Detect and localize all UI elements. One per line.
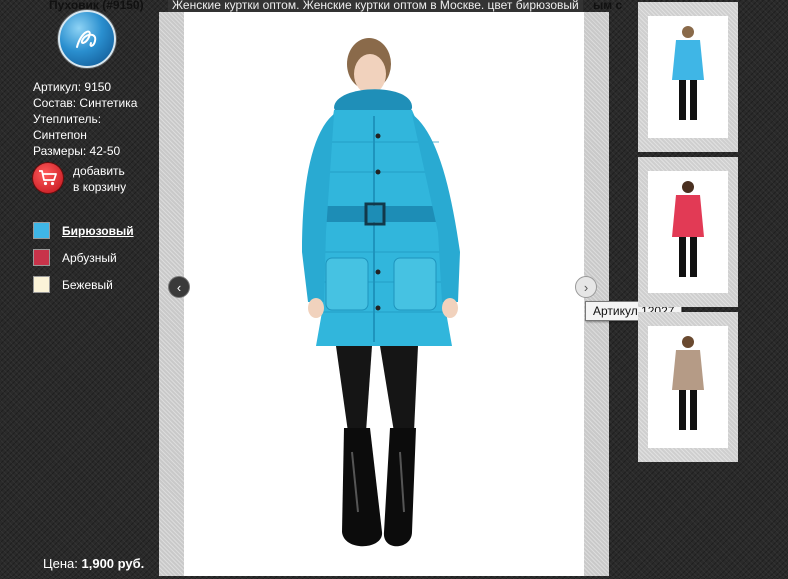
color-option-beige[interactable]: Бежевый xyxy=(33,271,134,298)
color-options: Бирюзовый Арбузный Бежевый xyxy=(33,217,134,298)
color-option-turquoise[interactable]: Бирюзовый xyxy=(33,217,134,244)
chevron-left-icon[interactable]: ‹ xyxy=(168,276,190,298)
price: Цена: 1,900 руб. xyxy=(43,556,144,571)
color-label[interactable]: Арбузный xyxy=(62,251,117,265)
logo-signature-icon xyxy=(76,30,97,48)
model-figure xyxy=(302,38,460,547)
add-to-cart-line1[interactable]: добавить xyxy=(73,163,126,179)
thumbnail-watermelon[interactable] xyxy=(638,157,738,307)
add-to-cart-button[interactable]: добавить в корзину xyxy=(33,163,126,195)
color-swatch-turquoise[interactable] xyxy=(33,222,50,239)
product-description: Женские куртки оптом. Женские куртки опт… xyxy=(168,0,583,12)
add-to-cart-line2[interactable]: в корзину xyxy=(73,179,126,195)
price-value: 1,900 руб. xyxy=(81,556,145,571)
color-option-watermelon[interactable]: Арбузный xyxy=(33,244,134,271)
product-info: Артикул: 9150 Состав: Синтетика Утеплите… xyxy=(33,79,137,159)
cart-icon[interactable] xyxy=(33,163,63,193)
thumbnail-turquoise[interactable] xyxy=(638,2,738,152)
color-label[interactable]: Бежевый xyxy=(62,278,113,292)
product-insulation-value: Синтепон xyxy=(33,128,87,142)
color-label[interactable]: Бирюзовый xyxy=(62,224,134,238)
product-article: Артикул: 9150 xyxy=(33,80,112,94)
title-overflow-text: ым с xyxy=(593,0,623,12)
thumbnail-beige[interactable] xyxy=(638,312,738,462)
product-sizes: Размеры: 42-50 xyxy=(33,144,121,158)
product-insulation-label: Утеплитель: xyxy=(33,112,102,126)
thumbnail-image[interactable] xyxy=(648,171,728,293)
main-product-photo[interactable] xyxy=(184,12,584,576)
product-composition: Состав: Синтетика xyxy=(33,96,138,110)
color-swatch-beige[interactable] xyxy=(33,276,50,293)
brand-logo[interactable] xyxy=(58,10,116,68)
chevron-right-icon[interactable]: › xyxy=(575,276,597,298)
color-swatch-watermelon[interactable] xyxy=(33,249,50,266)
product-title: Пуховик (#9150) xyxy=(49,0,144,12)
price-label: Цена: xyxy=(43,556,78,571)
add-to-cart-label[interactable]: добавить в корзину xyxy=(73,163,126,195)
thumbnail-image[interactable] xyxy=(648,326,728,448)
thumbnail-image[interactable] xyxy=(648,16,728,138)
